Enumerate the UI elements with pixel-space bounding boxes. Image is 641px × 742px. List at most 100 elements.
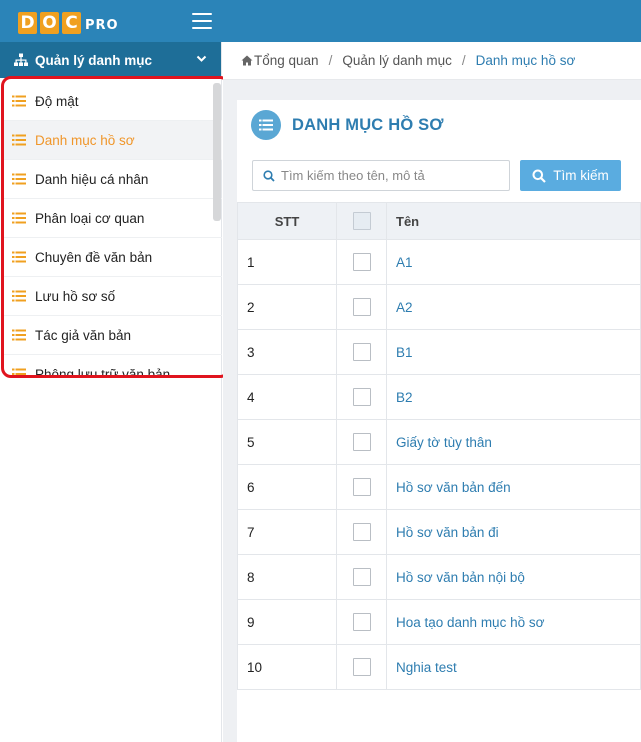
- row-name-link[interactable]: Hồ sơ văn bản đi: [396, 525, 499, 540]
- table-row: 3 B1: [237, 330, 641, 375]
- row-checkbox[interactable]: [352, 613, 371, 631]
- list-icon: [12, 173, 26, 185]
- search-button-label: Tìm kiếm: [553, 168, 609, 183]
- list-icon: [12, 212, 26, 224]
- search-button[interactable]: Tìm kiếm: [520, 160, 621, 191]
- panel-header: DANH MỤC HỒ SƠ: [251, 110, 444, 140]
- menu-toggle-icon[interactable]: [192, 13, 212, 29]
- row-checkbox[interactable]: [352, 478, 371, 496]
- row-stt: 6: [247, 479, 255, 495]
- row-stt: 10: [247, 659, 263, 675]
- app-logo[interactable]: D O C PRO: [18, 8, 119, 34]
- logo-suffix: PRO: [85, 18, 119, 33]
- sidebar-item-tac-gia-van-ban[interactable]: Tác giả văn bản: [4, 316, 222, 355]
- list-icon: [12, 134, 26, 146]
- logo-letter: C: [62, 12, 81, 34]
- sidebar-item-do-mat[interactable]: Độ mật: [4, 82, 222, 121]
- search-input[interactable]: [281, 168, 501, 183]
- sidebar-item-label: Độ mật: [35, 93, 79, 109]
- list-icon: [12, 290, 26, 302]
- row-name-link[interactable]: B1: [396, 345, 413, 360]
- list-icon: [12, 95, 26, 107]
- chevron-down-icon: [196, 55, 207, 62]
- page-title: DANH MỤC HỒ SƠ: [292, 115, 444, 134]
- sidebar-item-label: Danh hiệu cá nhân: [35, 171, 149, 187]
- row-name-link[interactable]: A1: [396, 255, 413, 270]
- row-checkbox[interactable]: [352, 568, 371, 586]
- row-name-link[interactable]: Giấy tờ tùy thân: [396, 435, 492, 450]
- table-row: 6 Hồ sơ văn bản đến: [237, 465, 641, 510]
- sidebar-item-phong-luu-tru-van-ban[interactable]: Phông lưu trữ văn bản: [4, 355, 222, 378]
- sidebar-item-label: Lưu hồ sơ số: [35, 288, 116, 304]
- row-stt: 8: [247, 569, 255, 585]
- row-stt: 3: [247, 344, 255, 360]
- breadcrumb-separator: /: [461, 53, 466, 68]
- row-checkbox[interactable]: [352, 253, 371, 271]
- row-stt: 9: [247, 614, 255, 630]
- table-row: 9 Hoa tạo danh mục hồ sơ: [237, 600, 641, 645]
- home-icon: [241, 55, 253, 66]
- table-row: 4 B2: [237, 375, 641, 420]
- row-checkbox[interactable]: [352, 388, 371, 406]
- row-checkbox[interactable]: [352, 658, 371, 676]
- list-icon: [12, 329, 26, 341]
- sidebar-item-chuyen-de-van-ban[interactable]: Chuyên đề văn bản: [4, 238, 222, 277]
- row-stt: 1: [247, 254, 255, 270]
- sidebar: Quản lý danh mục Độ mật Danh mục hồ sơ D…: [0, 42, 222, 742]
- row-stt: 4: [247, 389, 255, 405]
- sidebar-item-label: Danh mục hồ sơ: [35, 132, 135, 148]
- sidebar-item-danh-hieu-ca-nhan[interactable]: Danh hiệu cá nhân: [4, 160, 222, 199]
- breadcrumb-level1[interactable]: Quản lý danh mục: [342, 53, 452, 68]
- breadcrumb-home[interactable]: Tổng quan: [254, 53, 319, 68]
- sidebar-section-header[interactable]: Quản lý danh mục: [0, 42, 221, 78]
- breadcrumb-current: Danh mục hồ sơ: [475, 53, 576, 68]
- row-name-link[interactable]: Hồ sơ văn bản nội bộ: [396, 570, 525, 585]
- table-header-row: STT Tên: [237, 202, 641, 240]
- search-icon: [532, 169, 547, 183]
- column-header-stt[interactable]: STT: [237, 203, 337, 239]
- sidebar-menu: Độ mật Danh mục hồ sơ Danh hiệu cá nhân …: [4, 82, 224, 378]
- sidebar-item-label: Tác giả văn bản: [35, 327, 132, 343]
- table-row: 5 Giấy tờ tùy thân: [237, 420, 641, 465]
- row-checkbox[interactable]: [352, 298, 371, 316]
- row-stt: 2: [247, 299, 255, 315]
- column-header-name[interactable]: Tên: [387, 203, 641, 239]
- row-checkbox[interactable]: [352, 523, 371, 541]
- row-checkbox[interactable]: [352, 433, 371, 451]
- main-panel: DANH MỤC HỒ SƠ Tìm kiếm STT Tên 1 A1 2 A…: [237, 100, 641, 742]
- row-stt: 7: [247, 524, 255, 540]
- sidebar-scrollbar[interactable]: [213, 83, 221, 221]
- row-name-link[interactable]: Hồ sơ văn bản đến: [396, 480, 511, 495]
- sidebar-item-phan-loai-co-quan[interactable]: Phân loại cơ quan: [4, 199, 222, 238]
- row-name-link[interactable]: A2: [396, 300, 413, 315]
- sidebar-item-label: Phân loại cơ quan: [35, 210, 145, 226]
- table-row: 10 Nghia test: [237, 645, 641, 690]
- search-icon: [263, 169, 275, 182]
- top-header: D O C PRO: [0, 0, 641, 42]
- table-row: 1 A1: [237, 240, 641, 285]
- row-name-link[interactable]: B2: [396, 390, 413, 405]
- list-circle-icon: [251, 110, 281, 140]
- list-icon: [12, 251, 26, 263]
- table-row: 2 A2: [237, 285, 641, 330]
- row-stt: 5: [247, 434, 255, 450]
- row-checkbox[interactable]: [352, 343, 371, 361]
- sitemap-icon: [14, 53, 28, 66]
- logo-letter: D: [18, 12, 37, 34]
- sidebar-item-label: Phông lưu trữ văn bản: [35, 366, 171, 379]
- select-all-checkbox[interactable]: [352, 212, 371, 230]
- sidebar-item-danh-muc-ho-so[interactable]: Danh mục hồ sơ: [4, 121, 222, 160]
- row-name-link[interactable]: Hoa tạo danh mục hồ sơ: [396, 615, 544, 630]
- sidebar-item-label: Chuyên đề văn bản: [35, 249, 153, 265]
- row-name-link[interactable]: Nghia test: [396, 660, 457, 675]
- breadcrumb-separator: /: [328, 53, 333, 68]
- table-row: 7 Hồ sơ văn bản đi: [237, 510, 641, 555]
- logo-letter: O: [40, 12, 59, 34]
- data-table: STT Tên 1 A1 2 A2 3 B1 4 B2 5 Giấy tờ tù…: [237, 202, 641, 690]
- breadcrumb: Tổng quan / Quản lý danh mục / Danh mục …: [223, 42, 641, 80]
- table-row: 8 Hồ sơ văn bản nội bộ: [237, 555, 641, 600]
- search-box: [252, 160, 510, 191]
- sidebar-section-title: Quản lý danh mục: [35, 52, 153, 68]
- sidebar-item-luu-ho-so-so[interactable]: Lưu hồ sơ số: [4, 277, 222, 316]
- list-icon: [12, 368, 26, 378]
